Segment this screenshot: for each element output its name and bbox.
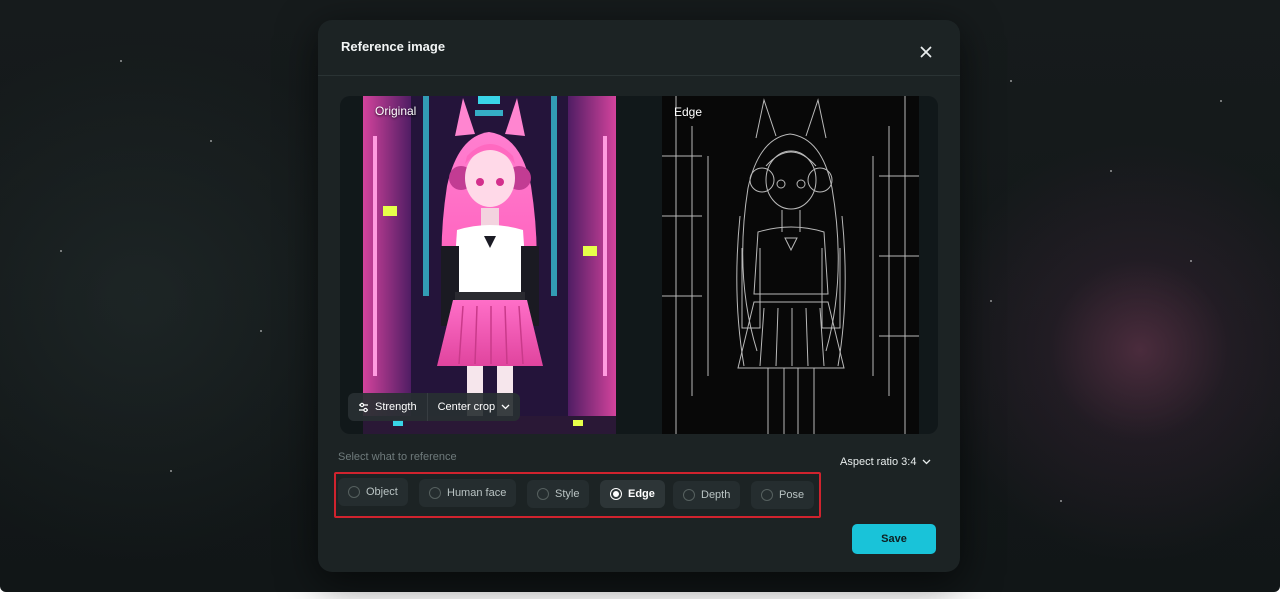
option-label: Pose [779,489,805,501]
radio-dot [613,491,619,497]
strength-label: Strength [375,401,417,413]
background-star [170,470,172,472]
radio-unselected-icon [348,486,360,498]
chevron-down-icon [501,404,510,410]
background-star [1110,170,1112,172]
option-label: Style [555,488,580,500]
reference-image-dialog: Reference image Original Edge Strength C… [318,20,960,572]
aspect-ratio-label: Aspect ratio 3:4 [840,456,917,468]
background-star [990,300,992,302]
background-star [260,330,262,332]
reference-option-object[interactable]: Object [338,478,408,506]
close-icon [920,46,932,58]
radio-unselected-icon [429,487,441,499]
option-label: Object [366,486,398,498]
chevron-down-icon [922,459,931,465]
background-star [1060,500,1062,502]
aspect-ratio-dropdown[interactable]: Aspect ratio 3:4 [840,454,931,470]
reference-option-human-face[interactable]: Human face [419,479,517,507]
edge-label: Edge [674,105,703,119]
background-star [1010,80,1012,82]
background-star [60,250,62,252]
option-label: Edge [628,488,655,500]
dialog-header: Reference image [318,20,960,76]
strength-button[interactable]: Strength [348,393,427,421]
original-image: Original [363,96,616,434]
edge-map-image: Edge [662,96,919,434]
option-label: Depth [701,489,731,501]
sliders-icon [359,402,368,412]
background-star [210,140,212,142]
radio-unselected-icon [761,489,773,501]
save-button[interactable]: Save [852,524,936,554]
reference-option-style[interactable]: Style [527,480,590,508]
background-star [1220,100,1222,102]
reference-preview: Original Edge Strength Center crop [340,96,938,434]
crop-dropdown[interactable]: Center crop [426,393,520,421]
edge-artwork [662,96,919,434]
radio-selected-icon [610,488,622,500]
reference-option-depth[interactable]: Depth [673,481,741,509]
crop-label: Center crop [437,401,496,413]
original-artwork [363,96,616,434]
original-label: Original [375,104,417,118]
image-control-bar: Strength Center crop [348,393,521,421]
reference-option-pose[interactable]: Pose [751,481,815,509]
reference-section-label: Select what to reference [338,451,457,463]
radio-unselected-icon [683,489,695,501]
reference-option-edge[interactable]: Edge [600,480,665,508]
background-star [1190,260,1192,262]
radio-unselected-icon [537,488,549,500]
background-star [120,60,122,62]
close-button[interactable] [914,40,938,64]
option-label: Human face [447,487,507,499]
dialog-title: Reference image [341,39,446,54]
